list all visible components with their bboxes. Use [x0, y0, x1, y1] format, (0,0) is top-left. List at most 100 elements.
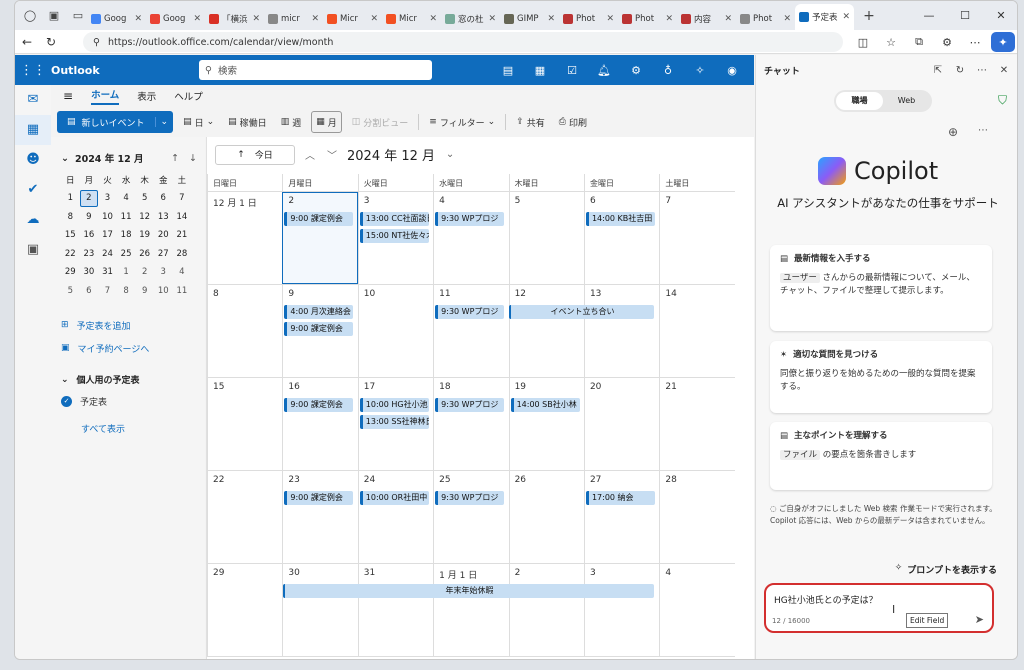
browser-tab[interactable]: 「横浜 ✕: [205, 8, 264, 30]
toggle-web[interactable]: Web: [883, 92, 930, 110]
split-screen-icon[interactable]: ◫: [851, 32, 875, 52]
day-cell[interactable]: 21: [659, 378, 734, 470]
browser-tab[interactable]: Micr ✕: [382, 8, 441, 30]
close-icon[interactable]: ✕: [252, 14, 260, 24]
my-calendars-header[interactable]: ⌄ 個人用の予定表: [51, 360, 205, 390]
open-external-icon[interactable]: ⇱: [927, 55, 949, 85]
new-chat-icon[interactable]: ⊕: [948, 125, 958, 139]
send-icon[interactable]: ➤: [975, 613, 984, 626]
notes-icon[interactable]: ▦: [524, 55, 556, 85]
month-view-button[interactable]: ▦ 月: [311, 111, 342, 133]
minical-day[interactable]: 20: [154, 227, 173, 245]
minical-day[interactable]: 7: [173, 190, 192, 208]
month-title[interactable]: 2024 年 12 月: [347, 145, 435, 164]
browser-tab[interactable]: Goog ✕: [87, 8, 146, 30]
close-icon[interactable]: ✕: [842, 12, 850, 22]
card-chip[interactable]: ファイル: [780, 450, 821, 460]
minical-day[interactable]: 29: [61, 264, 80, 282]
minical-day[interactable]: 10: [154, 282, 173, 300]
event[interactable]: 10:00 OR社田中: [359, 491, 429, 505]
minical-day[interactable]: 1: [61, 190, 80, 208]
tips-icon[interactable]: ♁: [652, 55, 684, 85]
day-cell[interactable]: 27 17:00 納会: [583, 471, 659, 563]
minical-day[interactable]: 3: [154, 264, 173, 282]
next-icon[interactable]: ﹀: [325, 147, 339, 162]
minical-day[interactable]: 25: [117, 245, 136, 263]
search-box[interactable]: ⚲ 検索: [199, 60, 432, 80]
filter-button[interactable]: ≡ フィルター ⌄: [425, 111, 499, 133]
close-icon[interactable]: ✕: [665, 14, 673, 24]
close-icon[interactable]: ✕: [724, 14, 732, 24]
toggle-work[interactable]: 職場: [836, 92, 883, 110]
tab-help[interactable]: ヘルプ: [174, 89, 203, 103]
minical-day[interactable]: 8: [61, 208, 80, 226]
more-icon[interactable]: ⋯: [963, 32, 987, 52]
hamburger-icon[interactable]: ≡: [63, 89, 73, 103]
close-icon[interactable]: ✕: [429, 14, 437, 24]
event[interactable]: 13:00 CC社面談日: [359, 212, 429, 226]
event[interactable]: 9:30 WPプロジ: [435, 212, 505, 226]
day-cell[interactable]: 8: [207, 285, 282, 377]
minical-day[interactable]: 10: [98, 208, 117, 226]
day-cell[interactable]: 16 9:00 課定例会: [282, 378, 357, 470]
apps-icon[interactable]: ▣: [15, 235, 51, 265]
day-cell[interactable]: 20: [583, 378, 659, 470]
minical-day[interactable]: 9: [135, 282, 154, 300]
minical-day[interactable]: 30: [80, 264, 99, 282]
event[interactable]: 9:00 課定例会: [284, 212, 354, 226]
close-window-icon[interactable]: ✕: [983, 1, 1017, 30]
minical-day[interactable]: 4: [117, 190, 136, 208]
collections-icon[interactable]: ⧉: [907, 32, 931, 52]
app-launcher-icon[interactable]: ⋮⋮: [15, 63, 51, 78]
account-icon[interactable]: ◉: [716, 55, 748, 85]
week-view-button[interactable]: ▥ 週: [277, 111, 306, 133]
browser-tab[interactable]: Goog ✕: [146, 8, 205, 30]
day-cell[interactable]: 25 9:30 WPプロジ: [433, 471, 508, 563]
share-button[interactable]: ⇪ 共有: [512, 111, 549, 133]
new-event-button[interactable]: ▤ 新しいイベント ⌄: [57, 111, 174, 133]
site-info-icon[interactable]: ⚲: [93, 37, 100, 48]
shield-icon[interactable]: ⛉: [998, 93, 1007, 108]
minical-day[interactable]: 6: [80, 282, 99, 300]
day-cell[interactable]: 15: [207, 378, 282, 470]
minical-day[interactable]: 26: [135, 245, 154, 263]
close-icon[interactable]: ✕: [547, 14, 555, 24]
prompt-card[interactable]: ✶ 適切な質問を見つける 同僚と振り返りを始めるための一般的な質問を提案する。: [770, 341, 992, 413]
tab-actions-icon[interactable]: ▭: [69, 7, 87, 25]
card-chip[interactable]: ユーザー: [780, 273, 820, 283]
day-cell[interactable]: 11 9:30 WPプロジ: [433, 285, 508, 377]
day-cell[interactable]: 4 9:30 WPプロジ: [433, 192, 508, 284]
minical-day[interactable]: 27: [154, 245, 173, 263]
browser-tab[interactable]: 予定表 ✕: [795, 4, 854, 30]
calendar-item[interactable]: ✓ 予定表: [51, 390, 205, 413]
refresh-chat-icon[interactable]: ↻: [949, 55, 971, 85]
browser-tab[interactable]: Phot ✕: [736, 8, 795, 30]
day-cell[interactable]: 13: [583, 285, 659, 377]
browser-tab[interactable]: 内容 ✕: [677, 8, 736, 30]
chevron-down-icon[interactable]: ⌄: [443, 149, 457, 160]
minical-day[interactable]: 23: [80, 245, 99, 263]
bell-icon[interactable]: 🔔︎: [588, 55, 620, 85]
minical-day[interactable]: 8: [117, 282, 136, 300]
minical-day[interactable]: 1: [117, 264, 136, 282]
minical-day[interactable]: 6: [154, 190, 173, 208]
day-cell[interactable]: 12 月 1 日: [207, 192, 282, 284]
workweek-view-button[interactable]: ▤ 稼働日: [224, 111, 271, 133]
show-prompts-button[interactable]: ✧ プロンプトを表示する: [895, 563, 997, 576]
tab-view[interactable]: 表示: [137, 89, 156, 103]
prompt-card[interactable]: ▤ 主なポイントを理解する ファイル の要点を箇条書きします: [770, 422, 992, 490]
event[interactable]: 14:00 KB社吉田: [585, 212, 655, 226]
chat-input[interactable]: HG社小池氏との予定は？ I Edit Field 12 / 16000 ➤: [764, 583, 994, 633]
browser-tab[interactable]: Phot ✕: [618, 8, 677, 30]
day-cell[interactable]: 3: [583, 564, 659, 656]
day-cell[interactable]: 24 10:00 OR社田中: [357, 471, 433, 563]
today-button[interactable]: ↑ 今日: [215, 144, 295, 165]
prev-icon[interactable]: ︿: [303, 147, 317, 162]
day-cell[interactable]: 31: [357, 564, 433, 656]
minical-day[interactable]: 21: [173, 227, 192, 245]
minical-day[interactable]: 3: [98, 190, 117, 208]
tab-home[interactable]: ホーム: [91, 87, 120, 105]
event[interactable]: 10:00 HG社小池: [359, 398, 429, 412]
browser-tab[interactable]: 窓の杜 ✕: [441, 8, 500, 30]
close-icon[interactable]: ✕: [311, 14, 319, 24]
